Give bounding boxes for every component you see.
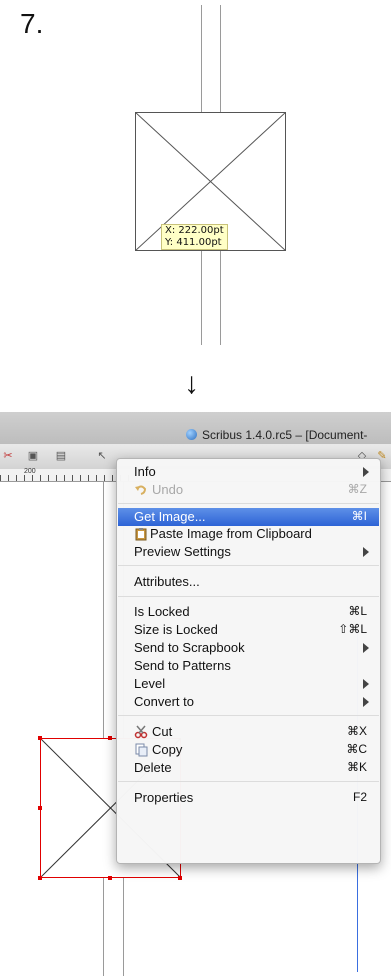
menu-item-label: Undo: [152, 482, 184, 497]
menu-item-level[interactable]: Level: [118, 675, 379, 693]
coordinate-tooltip: X: 222.00pt Y: 411.00pt: [161, 224, 228, 250]
step-number: 7.: [20, 8, 44, 39]
menu-separator: [118, 781, 379, 782]
menu-item-send-to-patterns[interactable]: Send to Patterns: [118, 657, 379, 675]
menu-item-label: Cut: [152, 724, 173, 739]
menu-shortcut: ⌘K: [346, 760, 367, 774]
scissors-icon: [134, 725, 148, 739]
submenu-arrow-icon: [363, 467, 369, 477]
menu-separator: [118, 715, 379, 716]
resize-handle[interactable]: [178, 876, 182, 880]
menu-shortcut: ⇧⌘L: [338, 622, 367, 636]
scribus-window: Scribus 1.4.0.rc5 – [Document- ✂ ▣ ▤ ↖ ◇…: [0, 412, 391, 976]
resize-handle[interactable]: [38, 806, 42, 810]
menu-item-is-locked[interactable]: Is Locked ⌘L: [118, 603, 379, 621]
menu-item-label: Properties: [134, 790, 194, 805]
menu-item-delete[interactable]: Delete ⌘K: [118, 759, 379, 777]
menu-item-preview-settings[interactable]: Preview Settings: [118, 543, 379, 561]
menu-item-cut[interactable]: Cut ⌘X: [118, 723, 379, 741]
menu-item-label: Preview Settings: [134, 544, 231, 559]
coordinate-y: Y: 411.00pt: [165, 237, 222, 248]
menu-item-label: Delete: [134, 760, 172, 775]
menu-item-properties[interactable]: Properties F2: [118, 789, 379, 807]
copy-icon: [135, 743, 148, 757]
menu-shortcut: F2: [352, 790, 367, 804]
menu-separator: [118, 503, 379, 504]
undo-icon: [135, 485, 147, 495]
menu-item-label: Paste Image from Clipboard: [150, 526, 312, 541]
menu-shortcut: ⌘C: [346, 742, 367, 756]
menu-shortcut: ⌘X: [346, 724, 367, 738]
menu-item-get-image[interactable]: Get Image... ⌘I: [118, 508, 379, 526]
submenu-arrow-icon: [363, 547, 369, 557]
resize-handle[interactable]: [108, 736, 112, 740]
coordinate-x: X: 222.00pt: [165, 225, 224, 236]
menu-shortcut: ⌘Z: [347, 482, 367, 496]
resize-handle[interactable]: [108, 876, 112, 880]
select-tool-icon[interactable]: ↖: [96, 450, 108, 462]
menu-item-label: Copy: [152, 742, 183, 757]
menu-item-label: Info: [134, 464, 156, 479]
menu-item-label: Convert to: [134, 694, 194, 709]
menu-item-label: Attributes...: [134, 574, 200, 589]
menu-item-label: Level: [134, 676, 166, 691]
resize-handle[interactable]: [38, 876, 42, 880]
clipboard-icon: [135, 528, 147, 541]
menu-separator: [118, 596, 379, 597]
down-arrow-icon: ↓: [184, 367, 199, 400]
menu-item-label: Get Image...: [134, 509, 206, 524]
menu-shortcut: ⌘I: [351, 509, 367, 523]
menu-item-attributes[interactable]: Attributes...: [118, 573, 379, 591]
ruler-label: 200: [24, 468, 36, 475]
menu-item-copy[interactable]: Copy ⌘C: [118, 741, 379, 759]
paste-tool-icon[interactable]: ▤: [55, 450, 67, 462]
window-title: Scribus 1.4.0.rc5 – [Document-: [202, 428, 368, 442]
menu-item-undo[interactable]: Undo ⌘Z: [118, 481, 379, 499]
menu-item-info[interactable]: Info: [118, 463, 379, 481]
vertical-guide-left: [103, 482, 104, 976]
menu-shortcut: ⌘L: [348, 604, 367, 618]
menu-item-label: Send to Patterns: [134, 658, 231, 673]
menu-item-size-locked[interactable]: Size is Locked ⇧⌘L: [118, 621, 379, 639]
window-titlebar: Scribus 1.4.0.rc5 – [Document-: [0, 412, 391, 445]
menu-separator: [118, 565, 379, 566]
menu-item-label: Is Locked: [134, 604, 190, 619]
menu-item-send-to-scrapbook[interactable]: Send to Scrapbook: [118, 639, 379, 657]
menu-item-convert-to[interactable]: Convert to: [118, 693, 379, 711]
resize-handle[interactable]: [38, 736, 42, 740]
copy-tool-icon[interactable]: ▣: [27, 450, 39, 462]
menu-item-label: Send to Scrapbook: [134, 640, 245, 655]
menu-item-label: Size is Locked: [134, 622, 218, 637]
submenu-arrow-icon: [363, 679, 369, 689]
context-menu: Info Undo ⌘Z Get Image... ⌘I Paste Image…: [116, 458, 381, 864]
menu-item-paste-image[interactable]: Paste Image from Clipboard: [118, 525, 379, 543]
scissors-tool-icon[interactable]: ✂: [2, 450, 14, 462]
submenu-arrow-icon: [363, 697, 369, 707]
submenu-arrow-icon: [363, 643, 369, 653]
